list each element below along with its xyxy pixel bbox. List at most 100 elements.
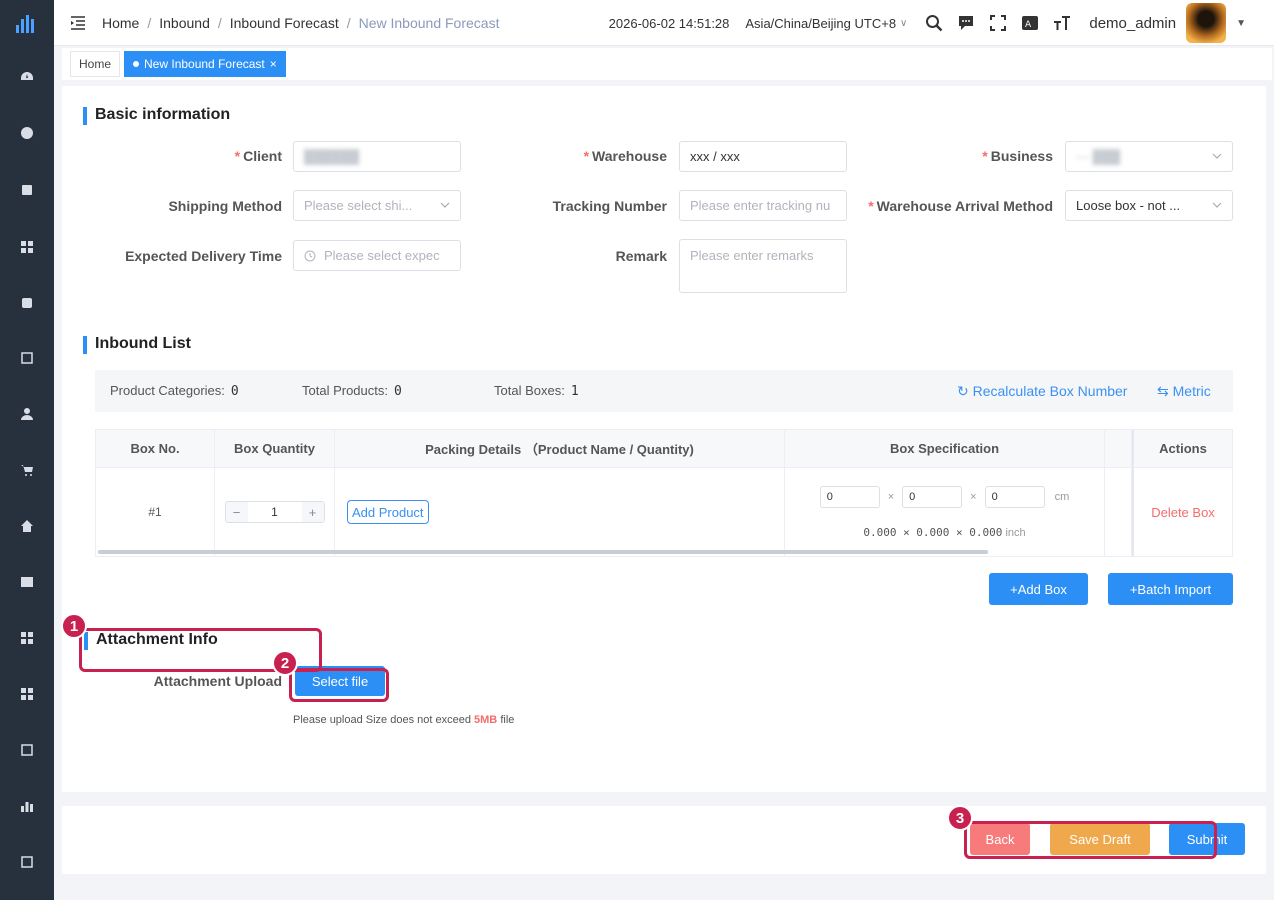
- svg-text:A: A: [1025, 20, 1032, 30]
- message-icon[interactable]: [955, 12, 977, 34]
- user-menu-caret-icon[interactable]: ▼: [1236, 18, 1246, 29]
- modules-icon[interactable]: [0, 681, 54, 707]
- unit-inch: inch: [1005, 526, 1026, 539]
- refresh-icon: ↻: [957, 383, 973, 399]
- datetime: 2026-06-02 14:51:28: [608, 15, 730, 31]
- box-quantity-stepper[interactable]: − 1 +: [224, 501, 325, 523]
- tag-active-label: New Inbound Forecast: [144, 57, 265, 71]
- username[interactable]: demo_admin: [1089, 15, 1176, 32]
- recalculate-box-number-link[interactable]: ↻ Recalculate Box Number: [957, 383, 1127, 400]
- cell-box-quantity: − 1 +: [215, 468, 335, 556]
- batch-import-button[interactable]: +Batch Import: [1108, 573, 1233, 605]
- translate-icon[interactable]: A: [1019, 12, 1041, 34]
- home-icon[interactable]: [0, 513, 54, 539]
- breadcrumb-home[interactable]: Home: [102, 15, 139, 31]
- breadcrumb-inbound[interactable]: Inbound: [159, 15, 210, 31]
- font-size-icon[interactable]: [1051, 12, 1073, 34]
- decrement-button[interactable]: −: [225, 502, 248, 522]
- dashboard-icon[interactable]: [0, 64, 54, 90]
- delete-box-link[interactable]: Delete Box: [1132, 468, 1232, 556]
- increment-button[interactable]: +: [301, 502, 324, 522]
- breadcrumb: Home / Inbound / Inbound Forecast / New …: [102, 14, 500, 31]
- annotation-badge-3: 3: [947, 805, 973, 831]
- inbound-table: Box No. Box Quantity Packing Details （Pr…: [95, 429, 1233, 557]
- arrival-method-select[interactable]: Loose box - not ...: [1065, 190, 1233, 221]
- inbound-summary: Product Categories: 0 Total Products: 0 To…: [95, 370, 1233, 412]
- shipping-method-label: Shipping Method: [168, 198, 282, 214]
- tracking-number-label: Tracking Number: [552, 198, 667, 214]
- cell-spacer: [1105, 468, 1132, 556]
- grid-icon[interactable]: [0, 625, 54, 651]
- highlight-select-file: [289, 668, 389, 702]
- tags-bar: Home New Inbound Forecast ×: [62, 48, 1272, 80]
- cart-icon[interactable]: [0, 457, 54, 483]
- col-box-no: Box No.: [96, 430, 215, 468]
- avatar[interactable]: [1186, 3, 1227, 43]
- active-dot-icon: [133, 61, 140, 67]
- orders-icon[interactable]: [0, 177, 54, 203]
- shipping-method-select[interactable]: Please select shi...: [293, 190, 461, 221]
- add-box-button[interactable]: +Add Box: [989, 573, 1088, 605]
- tracking-number-input[interactable]: Please enter tracking nu: [679, 190, 847, 221]
- tag-new-inbound-forecast[interactable]: New Inbound Forecast ×: [124, 51, 286, 77]
- annotation-badge-2: 2: [272, 650, 298, 676]
- col-box-specification: Box Specification: [785, 430, 1105, 468]
- chevron-down-icon: [440, 202, 450, 208]
- report-icon[interactable]: [0, 737, 54, 763]
- metric-toggle-link[interactable]: ⇆ Metric: [1157, 383, 1211, 400]
- business-select[interactable]: — ███: [1065, 141, 1233, 172]
- col-actions: Actions: [1132, 430, 1232, 468]
- search-icon[interactable]: [923, 12, 945, 34]
- col-spacer: [1105, 430, 1132, 468]
- apps-icon[interactable]: [0, 234, 54, 260]
- main-card: Basic information * Client ██████ * Wareho…: [62, 86, 1266, 792]
- delivery-time-picker[interactable]: Please select expec: [293, 240, 461, 271]
- timezone-value: Asia/China/Beijing UTC+8: [745, 15, 897, 31]
- inch-dimensions: 0.000 × 0.000 × 0.000: [863, 525, 1003, 539]
- timezone-select[interactable]: Asia/China/Beijing UTC+8 ∨: [745, 16, 907, 31]
- client-select[interactable]: ██████: [293, 141, 461, 172]
- box-quantity-value[interactable]: 1: [248, 505, 302, 519]
- clock-icon: [304, 250, 316, 261]
- user-icon[interactable]: [0, 401, 54, 427]
- edit-icon[interactable]: [0, 849, 54, 875]
- box-length-input[interactable]: 0: [819, 485, 880, 508]
- highlight-footer-buttons: [964, 821, 1217, 859]
- tag-home[interactable]: Home: [70, 51, 121, 77]
- breadcrumb-inbound-forecast[interactable]: Inbound Forecast: [230, 15, 339, 31]
- attachment-upload-label: Attachment Upload: [153, 673, 282, 689]
- remark-textarea[interactable]: Please enter remarks: [679, 239, 847, 293]
- fullscreen-icon[interactable]: [987, 12, 1009, 34]
- globe-icon[interactable]: [0, 120, 54, 146]
- upload-hint: Please upload Size does not exceed 5MB f…: [293, 714, 515, 726]
- cell-box-no: #1: [96, 468, 215, 556]
- swap-icon: ⇆: [1157, 383, 1173, 399]
- cell-box-specification: 0 × 0 × 0 cm 0.000 × 0.000 × 0.000 inch: [785, 468, 1105, 556]
- box-height-input[interactable]: 0: [984, 485, 1045, 508]
- warehouse-select[interactable]: xxx / xxx: [679, 141, 847, 172]
- col-packing-details: Packing Details （Product Name / Quantity…: [335, 430, 785, 468]
- remark-label: Remark: [615, 248, 667, 264]
- arrival-method-label: * Warehouse Arrival Method: [868, 198, 1053, 214]
- business-label: * Business: [982, 148, 1053, 164]
- chevron-down-icon: [1212, 153, 1222, 159]
- table-icon[interactable]: [0, 569, 54, 595]
- breadcrumb-current: New Inbound Forecast: [358, 14, 500, 31]
- total-boxes-summary: Total Boxes: 1: [494, 383, 579, 399]
- basic-info-title: Basic information: [83, 106, 230, 125]
- inbound-icon[interactable]: [0, 345, 54, 371]
- close-icon[interactable]: ×: [270, 52, 277, 76]
- warehouse-label: * Warehouse: [583, 148, 667, 164]
- col-box-quantity: Box Quantity: [215, 430, 335, 468]
- top-bar: Home / Inbound / Inbound Forecast / New …: [54, 0, 1274, 46]
- menu-toggle-icon[interactable]: [54, 15, 102, 30]
- app-logo[interactable]: [0, 0, 54, 48]
- chart-icon[interactable]: [0, 793, 54, 819]
- cell-packing-details: Add Product: [335, 468, 785, 556]
- add-product-button[interactable]: Add Product: [347, 500, 429, 524]
- inventory-icon[interactable]: [0, 290, 54, 316]
- table-horizontal-scrollbar[interactable]: [98, 550, 988, 554]
- box-width-input[interactable]: 0: [902, 485, 963, 508]
- unit-cm: cm: [1054, 490, 1070, 503]
- total-products-summary: Total Products: 0: [302, 383, 402, 399]
